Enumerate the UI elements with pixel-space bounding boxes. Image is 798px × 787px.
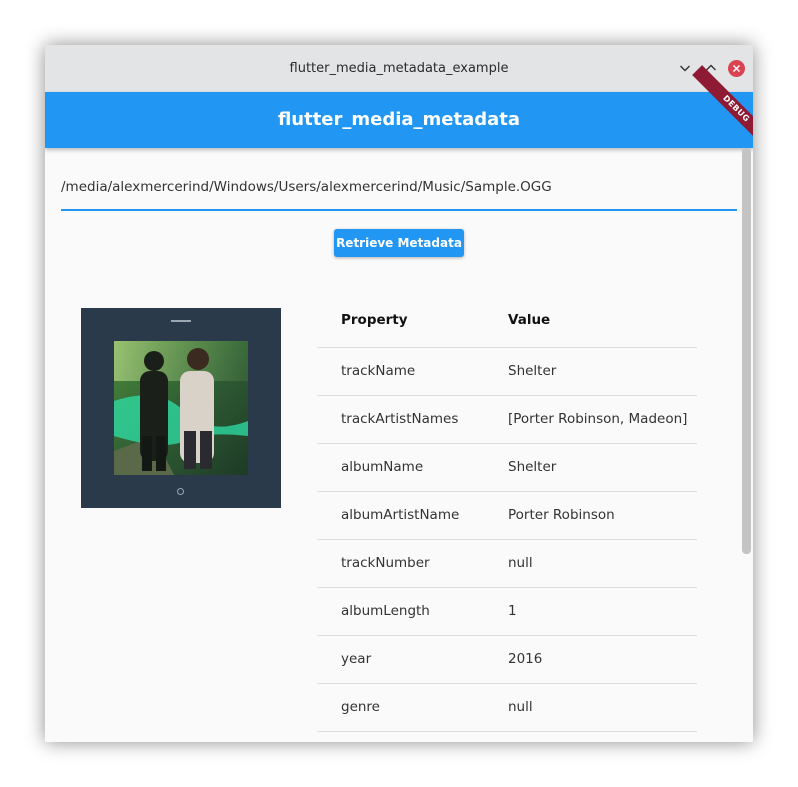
column-header-value: Value bbox=[508, 312, 551, 328]
table-row: year 2016 bbox=[317, 636, 697, 684]
file-path-input[interactable]: /media/alexmercerind/Windows/Users/alexm… bbox=[61, 148, 737, 211]
property-cell: genre bbox=[341, 699, 380, 715]
close-button[interactable] bbox=[728, 60, 745, 77]
value-cell: [Porter Robinson, Madeon] bbox=[508, 411, 688, 427]
table-row: albumLength 1 bbox=[317, 588, 697, 636]
value-cell: null bbox=[508, 555, 533, 571]
main-content: /media/alexmercerind/Windows/Users/alexm… bbox=[45, 148, 753, 742]
property-cell: trackArtistNames bbox=[341, 411, 459, 427]
app-window: flutter_media_metadata_example flutter_m… bbox=[45, 45, 753, 742]
window-title: flutter_media_metadata_example bbox=[289, 61, 509, 76]
property-cell: albumName bbox=[341, 459, 424, 475]
table-row: albumArtistName Porter Robinson bbox=[317, 492, 697, 540]
metadata-table: Property Value trackName Shelter trackAr… bbox=[317, 292, 697, 732]
table-row: trackNumber null bbox=[317, 540, 697, 588]
column-header-property: Property bbox=[341, 312, 408, 328]
value-cell: 2016 bbox=[508, 651, 543, 667]
cover-text-mark bbox=[171, 320, 191, 322]
cover-photo bbox=[114, 341, 248, 475]
table-row: albumName Shelter bbox=[317, 444, 697, 492]
property-cell: year bbox=[341, 651, 372, 667]
table-row: genre null bbox=[317, 684, 697, 732]
value-cell: Shelter bbox=[508, 363, 557, 379]
album-art-image bbox=[81, 308, 281, 508]
value-cell: 1 bbox=[508, 603, 517, 619]
property-cell: trackNumber bbox=[341, 555, 430, 571]
close-icon bbox=[733, 65, 740, 72]
table-row: trackArtistNames [Porter Robinson, Madeo… bbox=[317, 396, 697, 444]
table-row: trackName Shelter bbox=[317, 348, 697, 396]
app-bar: flutter_media_metadata bbox=[45, 92, 753, 148]
property-cell: albumArtistName bbox=[341, 507, 460, 523]
retrieve-metadata-button[interactable]: Retrieve Metadata bbox=[334, 229, 464, 257]
app-bar-title: flutter_media_metadata bbox=[277, 109, 521, 130]
cover-logo-mark bbox=[177, 488, 184, 495]
title-bar[interactable]: flutter_media_metadata_example bbox=[45, 45, 753, 92]
value-cell: Porter Robinson bbox=[508, 507, 615, 523]
table-header-row: Property Value bbox=[317, 292, 697, 348]
vertical-scrollbar[interactable] bbox=[742, 148, 751, 554]
chevron-down-icon bbox=[680, 65, 690, 72]
property-cell: trackName bbox=[341, 363, 416, 379]
property-cell: albumLength bbox=[341, 603, 430, 619]
value-cell: Shelter bbox=[508, 459, 557, 475]
value-cell: null bbox=[508, 699, 533, 715]
file-path-value: /media/alexmercerind/Windows/Users/alexm… bbox=[61, 179, 552, 195]
